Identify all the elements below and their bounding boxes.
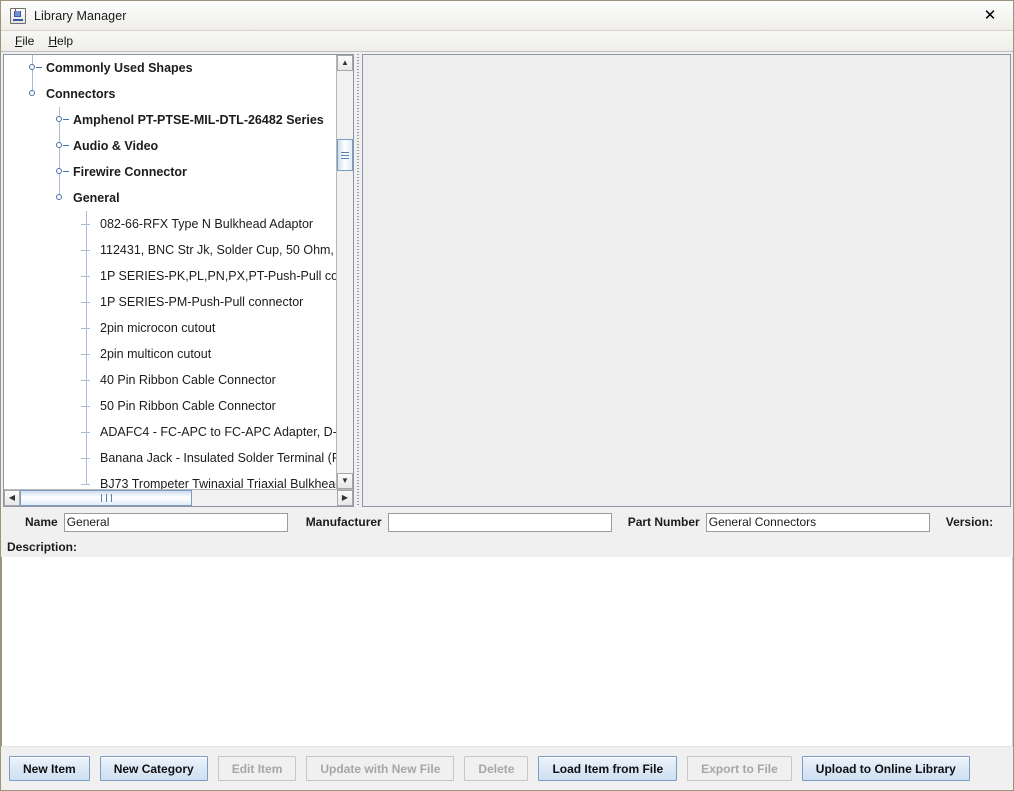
scroll-down-icon[interactable]: ▼ (337, 473, 353, 489)
description-textarea[interactable] (1, 557, 1013, 746)
close-icon[interactable]: ✕ (967, 1, 1013, 30)
tree-node-label: 082-66-RFX Type N Bulkhead Adaptor (100, 217, 314, 231)
tree-node-label: 50 Pin Ribbon Cable Connector (100, 399, 276, 413)
tree-node-label: 40 Pin Ribbon Cable Connector (100, 373, 276, 387)
tree-folder-node[interactable]: Firewire Connector (4, 159, 336, 185)
tree-leaf-connector-icon (81, 432, 90, 433)
new-category-button[interactable]: New Category (99, 756, 208, 781)
tree-folder-node[interactable]: Commonly Used Shapes (4, 55, 336, 81)
scroll-up-icon[interactable]: ▲ (337, 55, 353, 71)
tree-leaf-connector-icon (81, 328, 90, 329)
name-label: Name (25, 515, 58, 529)
upload-to-online-library-button[interactable]: Upload to Online Library (801, 756, 970, 781)
tree-collapse-handle-icon[interactable] (53, 185, 69, 211)
tree-node-label: ADAFC4 - FC-APC to FC-APC Adapter, D-Hol… (100, 425, 336, 439)
menu-item-file[interactable]: File (9, 32, 42, 50)
tree-leaf-node[interactable]: 40 Pin Ribbon Cable Connector (4, 367, 336, 393)
tree-leaf-node[interactable]: 082-66-RFX Type N Bulkhead Adaptor (4, 211, 336, 237)
tree-leaf-node[interactable]: Banana Jack - Insulated Solder Terminal … (4, 445, 336, 471)
menu-item-help[interactable]: Help (42, 32, 81, 50)
split-pane-divider[interactable] (354, 54, 362, 507)
tree-expand-handle-icon[interactable] (26, 55, 42, 81)
tree-leaf-node[interactable]: 50 Pin Ribbon Cable Connector (4, 393, 336, 419)
tree-leaf-node[interactable]: 112431, BNC Str Jk, Solder Cup, 50 Ohm, … (4, 237, 336, 263)
tree-node-label: General (73, 191, 120, 205)
tree-node-label: Connectors (46, 87, 116, 101)
tree-leaf-connector-icon (81, 276, 90, 277)
export-to-file-button: Export to File (687, 756, 792, 781)
manufacturer-input[interactable] (387, 512, 612, 532)
description-label-row: Description: (1, 537, 1013, 557)
tree-leaf-connector-icon (81, 302, 90, 303)
tree-body: Commonly Used Shapes Connectors Amphenol P… (4, 55, 353, 489)
scroll-right-icon[interactable]: ▶ (337, 490, 353, 506)
tree-expand-handle-icon[interactable] (53, 159, 69, 185)
tree-leaf-node[interactable]: 2pin microcon cutout (4, 315, 336, 341)
tree-viewport[interactable]: Commonly Used Shapes Connectors Amphenol P… (4, 55, 336, 489)
preview-panel (362, 54, 1011, 507)
tree-folder-node[interactable]: Audio & Video (4, 133, 336, 159)
tree-horizontal-scrollbar[interactable]: ◀ ▶ (4, 489, 353, 506)
tree-leaf-connector-icon (81, 484, 90, 485)
tree-collapse-handle-icon[interactable] (26, 81, 42, 107)
horizontal-scroll-thumb[interactable] (20, 490, 192, 506)
tree-node-label: Commonly Used Shapes (46, 61, 193, 75)
split-pane: Commonly Used Shapes Connectors Amphenol P… (1, 52, 1013, 507)
load-item-from-file-button[interactable]: Load Item from File (538, 756, 678, 781)
name-input[interactable]: General (63, 512, 288, 532)
scroll-left-icon[interactable]: ◀ (4, 490, 20, 506)
tree-node-label: Firewire Connector (73, 165, 187, 179)
edit-item-button: Edit Item (217, 756, 297, 781)
tree-node-label: 2pin microcon cutout (100, 321, 216, 335)
update-with-new-file-button: Update with New File (306, 756, 455, 781)
scroll-grip-icon (99, 494, 114, 502)
tree-node-label: 1P SERIES-PK,PL,PN,PX,PT-Push-Pull conne… (100, 269, 336, 283)
tree-leaf-connector-icon (81, 250, 90, 251)
tree-canvas: Commonly Used Shapes Connectors Amphenol P… (4, 55, 336, 489)
tree-expand-handle-icon[interactable] (53, 107, 69, 133)
tree-leaf-connector-icon (81, 458, 90, 459)
item-details-row: Name General Manufacturer Part Number Ge… (1, 507, 1013, 537)
version-label: Version: (945, 515, 994, 529)
tree-expand-handle-icon[interactable] (53, 133, 69, 159)
menu-bar: File Help (1, 31, 1013, 52)
tree-node-label: Audio & Video (73, 139, 159, 153)
tree-leaf-connector-icon (81, 380, 90, 381)
title-bar: Library Manager ✕ (1, 1, 1013, 31)
tree-node-label: 112431, BNC Str Jk, Solder Cup, 50 Ohm, … (100, 243, 336, 257)
tree-folder-node[interactable]: Amphenol PT-PTSE-MIL-DTL-26482 Series (4, 107, 336, 133)
description-label: Description: (7, 540, 78, 554)
tree-folder-node[interactable]: General (4, 185, 336, 211)
library-tree-panel: Commonly Used Shapes Connectors Amphenol P… (3, 54, 354, 507)
manufacturer-label: Manufacturer (305, 515, 382, 529)
tree-node-label: 2pin multicon cutout (100, 347, 212, 361)
part-number-input[interactable]: General Connectors (705, 512, 930, 532)
java-coffee-cup-icon (10, 7, 26, 24)
tree-leaf-node[interactable]: 1P SERIES-PM-Push-Pull connector (4, 289, 336, 315)
tree-leaf-connector-icon (81, 224, 90, 225)
window-title: Library Manager (34, 8, 127, 23)
tree-folder-node[interactable]: Connectors (4, 81, 336, 107)
menu-item-help-rest: elp (57, 34, 74, 48)
tree-leaf-connector-icon (81, 354, 90, 355)
scroll-grip-icon (341, 150, 349, 161)
tree-leaf-connector-icon (81, 406, 90, 407)
vertical-scroll-thumb[interactable] (337, 139, 353, 171)
delete-button: Delete (464, 756, 529, 781)
partnumber-label: Part Number (627, 515, 700, 529)
tree-leaf-node[interactable]: 2pin multicon cutout (4, 341, 336, 367)
tree-vertical-scrollbar[interactable]: ▲ ▼ (336, 55, 353, 489)
menu-item-file-rest: ile (22, 34, 35, 48)
tree-node-label: Banana Jack - Insulated Solder Terminal … (100, 451, 336, 465)
library-manager-window: Library Manager ✕ File Help Commonly Use… (0, 0, 1014, 791)
tree-leaf-node[interactable]: ADAFC4 - FC-APC to FC-APC Adapter, D-Hol… (4, 419, 336, 445)
tree-node-label: 1P SERIES-PM-Push-Pull connector (100, 295, 304, 309)
new-item-button[interactable]: New Item (9, 756, 90, 781)
action-button-bar: New Item New Category Edit Item Update with… (1, 746, 1013, 790)
tree-leaf-node[interactable]: BJ73 Trompeter Twinaxial Triaxial Bulkhe… (4, 471, 336, 489)
tree-leaf-node[interactable]: 1P SERIES-PK,PL,PN,PX,PT-Push-Pull conne… (4, 263, 336, 289)
tree-node-label: BJ73 Trompeter Twinaxial Triaxial Bulkhe… (100, 477, 336, 489)
tree-node-label: Amphenol PT-PTSE-MIL-DTL-26482 Series (73, 113, 324, 127)
